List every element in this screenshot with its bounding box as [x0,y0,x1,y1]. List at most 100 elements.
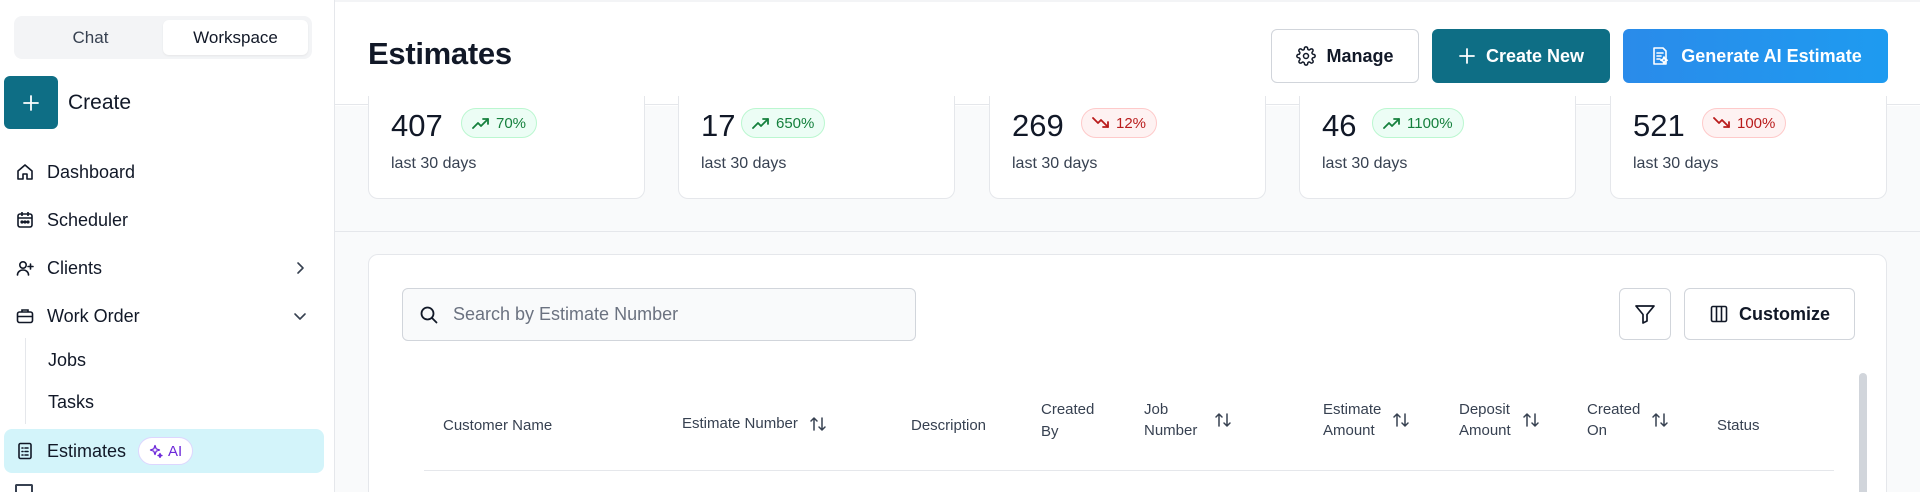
chevron-down-icon [290,306,310,326]
column-header-description: Description [911,417,987,434]
estimates-table-card: Customize Customer Name Estimate Number … [368,254,1887,492]
column-header-estimate-amount: Estimate Amount [1323,399,1411,441]
mode-switch: Chat Workspace [14,16,312,59]
sidebar-item-estimates[interactable]: Estimates AI [4,429,324,473]
column-header-job-number: Job Number [1144,399,1233,441]
stat-change-badge: 12% [1081,108,1158,138]
trend-down-icon [1092,117,1109,128]
stat-change-badge: 70% [461,108,538,138]
stat-change-badge: 1100% [1372,108,1464,138]
sort-icon[interactable] [808,414,828,434]
search-input[interactable] [453,304,893,325]
stat-period: last 30 days [1012,155,1098,172]
column-header-estimate-number: Estimate Number [682,413,828,434]
sidebar: Chat Workspace Create Dashboard Schedule… [0,0,335,492]
document-icon [14,440,36,462]
stat-card[interactable]: 17 650% last 30 days [678,96,955,199]
stat-card[interactable]: 407 70% last 30 days [368,96,645,199]
stat-value: 521 [1633,108,1685,143]
filter-button[interactable] [1619,288,1671,340]
sidebar-item-label: Estimates [47,440,127,461]
stat-change: 650% [776,114,815,132]
search-icon [420,306,438,323]
sidebar-item-label: Scheduler [47,209,129,230]
generate-ai-estimate-label: Generate AI Estimate [1681,45,1862,66]
stat-card[interactable]: 269 12% last 30 days [989,96,1266,199]
customize-button[interactable]: Customize [1684,288,1855,340]
sidebar-item-scheduler[interactable]: Scheduler [14,200,318,240]
ai-estimate-icon [1653,47,1669,65]
column-header-created-on: Created On [1587,399,1670,441]
search-box [402,288,916,341]
column-header-deposit-amount: Deposit Amount [1459,399,1541,441]
stat-change-badge: 100% [1702,108,1787,138]
sidebar-subitem-tasks[interactable]: Tasks [48,392,94,413]
column-header-status: Status [1717,417,1760,434]
plus-icon [23,94,39,111]
page-header: Estimates Manage Create New Generate AI … [335,0,1920,105]
stat-value: 46 [1322,108,1357,143]
home-icon [14,161,36,183]
stat-period: last 30 days [701,155,787,172]
sidebar-item-work-order[interactable]: Work Order [14,296,318,336]
stat-card[interactable]: 521 100% last 30 days [1610,96,1887,199]
ai-badge-label: AI [168,442,183,460]
sidebar-item-dashboard[interactable]: Dashboard [14,152,318,192]
sidebar-subitem-jobs[interactable]: Jobs [48,350,86,371]
page-title: Estimates [368,36,512,71]
main-content: 407 70% last 30 days 17 650% last 30 day… [335,96,1920,492]
tab-workspace[interactable]: Workspace [163,20,308,55]
trend-up-icon [1383,118,1400,129]
plus-icon [1459,48,1475,64]
table-header-divider [424,470,1834,471]
manage-button-label: Manage [1326,45,1394,66]
chevron-right-icon [290,258,310,278]
create-new-button-label: Create New [1485,45,1585,66]
trend-down-icon [1713,117,1730,128]
stat-card[interactable]: 46 1100% last 30 days [1299,96,1576,199]
section-divider [335,231,1920,232]
stat-change: 1100% [1407,114,1453,132]
manage-button[interactable]: Manage [1271,29,1419,83]
stat-change: 12% [1116,114,1147,132]
sort-icon[interactable] [1391,410,1411,430]
stat-change-badge: 650% [741,108,826,138]
calendar-icon [14,209,36,231]
next-item-icon [15,484,33,492]
stat-value: 17 [701,108,736,143]
customize-button-label: Customize [1738,303,1830,324]
sort-icon[interactable] [1650,410,1670,430]
sidebar-item-label: Clients [47,257,103,278]
sidebar-item-label: Dashboard [47,161,136,182]
sparkle-icon [149,444,163,458]
stat-period: last 30 days [391,155,477,172]
sort-icon[interactable] [1213,410,1233,430]
generate-ai-estimate-button[interactable]: Generate AI Estimate [1623,29,1888,83]
ai-badge: AI [138,437,194,465]
stat-change: 70% [496,114,527,132]
gear-icon [1296,46,1317,66]
briefcase-icon [14,305,36,327]
submenu-guide-line [25,338,26,424]
stat-period: last 30 days [1322,155,1408,172]
create-new-button[interactable]: Create New [1432,29,1610,83]
sidebar-item-clients[interactable]: Clients [14,248,318,288]
create-button[interactable] [4,76,58,129]
stat-value: 269 [1012,108,1064,143]
columns-icon [1710,305,1728,323]
column-header-created-by: Created By [1041,401,1095,440]
trend-up-icon [752,118,769,129]
column-header-customer-name: Customer Name [443,417,553,434]
create-label: Create [68,90,132,114]
table-scrollbar[interactable] [1859,373,1867,492]
sort-icon[interactable] [1521,410,1541,430]
stat-period: last 30 days [1633,155,1719,172]
create-row: Create [4,76,131,129]
sidebar-item-label: Work Order [47,305,140,326]
stat-value: 407 [391,108,443,143]
tab-chat[interactable]: Chat [18,20,163,55]
user-plus-icon [14,257,36,279]
trend-up-icon [472,118,489,129]
filter-icon [1635,305,1655,324]
stat-change: 100% [1737,114,1776,132]
